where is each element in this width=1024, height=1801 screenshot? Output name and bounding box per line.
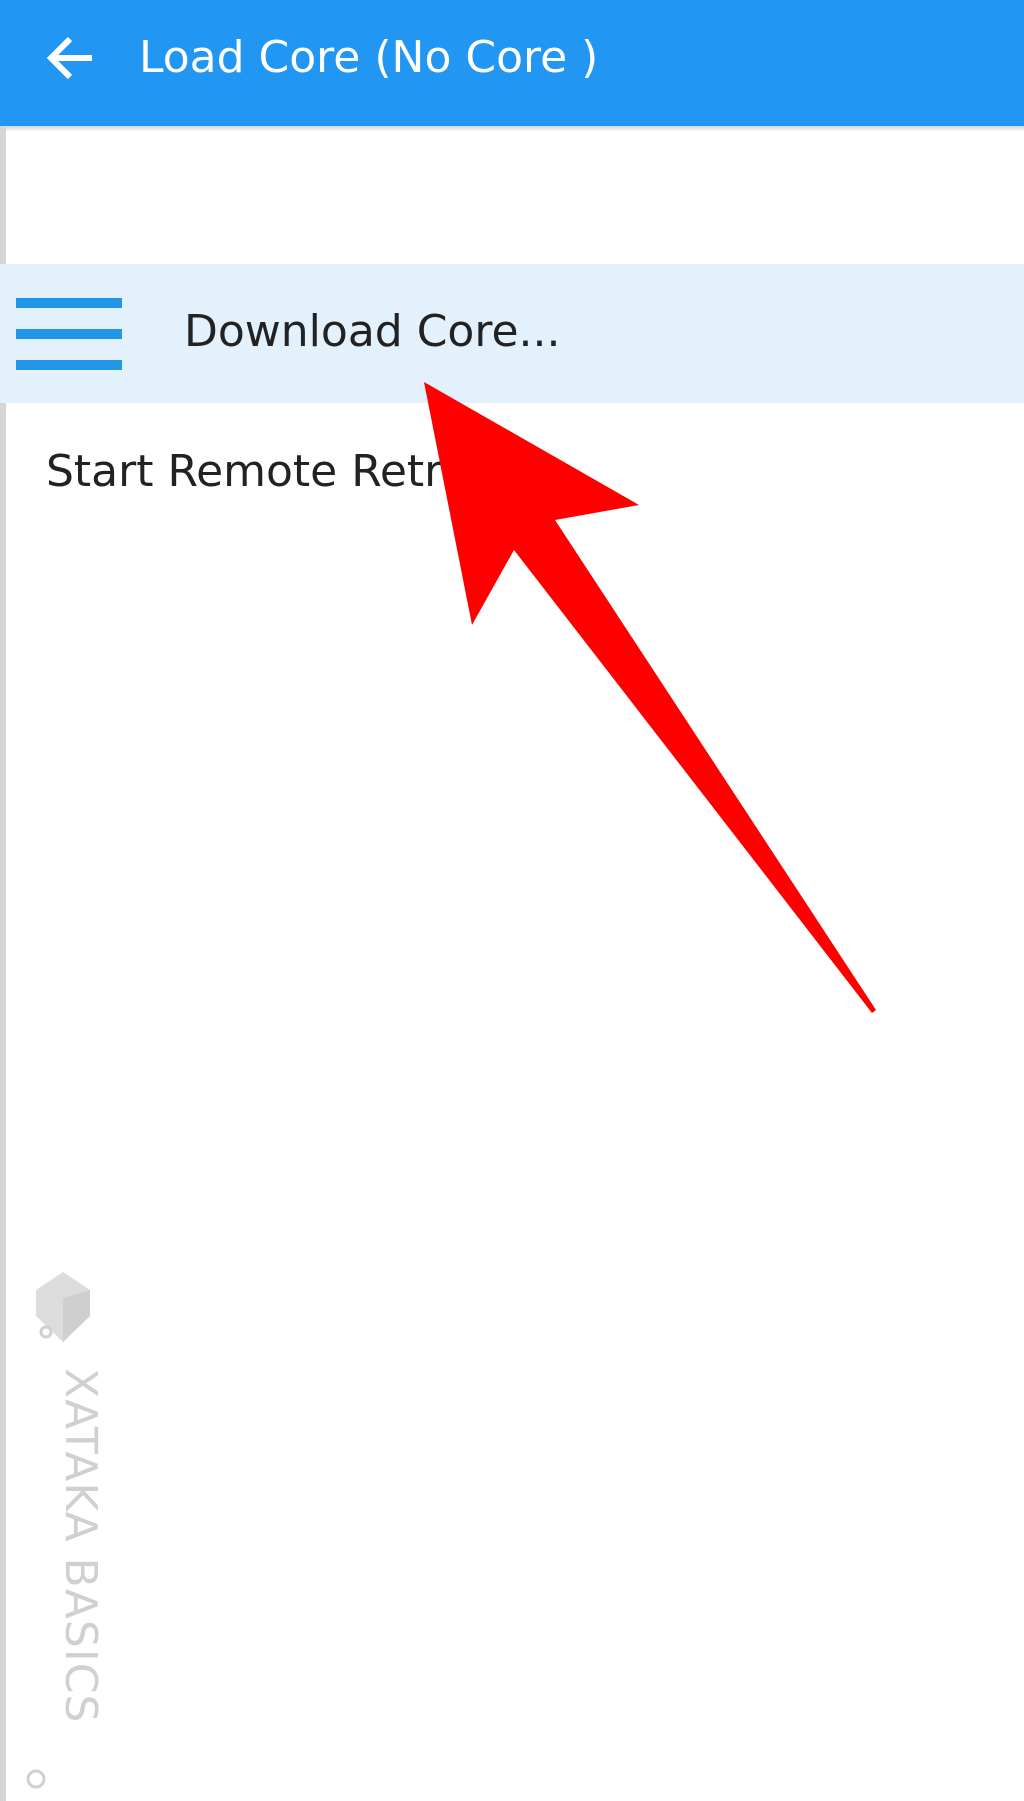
download-core-label: Download Core... — [184, 306, 561, 357]
watermark-dot — [26, 1769, 46, 1789]
watermark: XATAKA BASICS — [24, 1258, 106, 1798]
graduation-cap-icon — [36, 1272, 90, 1342]
start-remote-retroarch-item[interactable]: Start Remote Retr — [0, 438, 1024, 508]
page-title: Load Core (No Core ) — [139, 32, 599, 83]
hamburger-menu-icon — [16, 298, 122, 370]
app-bar: Load Core (No Core ) — [0, 0, 1024, 126]
app-bar-shadow — [0, 126, 1024, 132]
arrow-left-icon — [46, 36, 92, 80]
download-core-item[interactable]: Download Core... — [0, 264, 1024, 403]
back-button[interactable] — [30, 18, 110, 98]
start-remote-label: Start Remote Retr — [46, 446, 443, 497]
watermark-text: XATAKA BASICS — [55, 1368, 106, 1724]
